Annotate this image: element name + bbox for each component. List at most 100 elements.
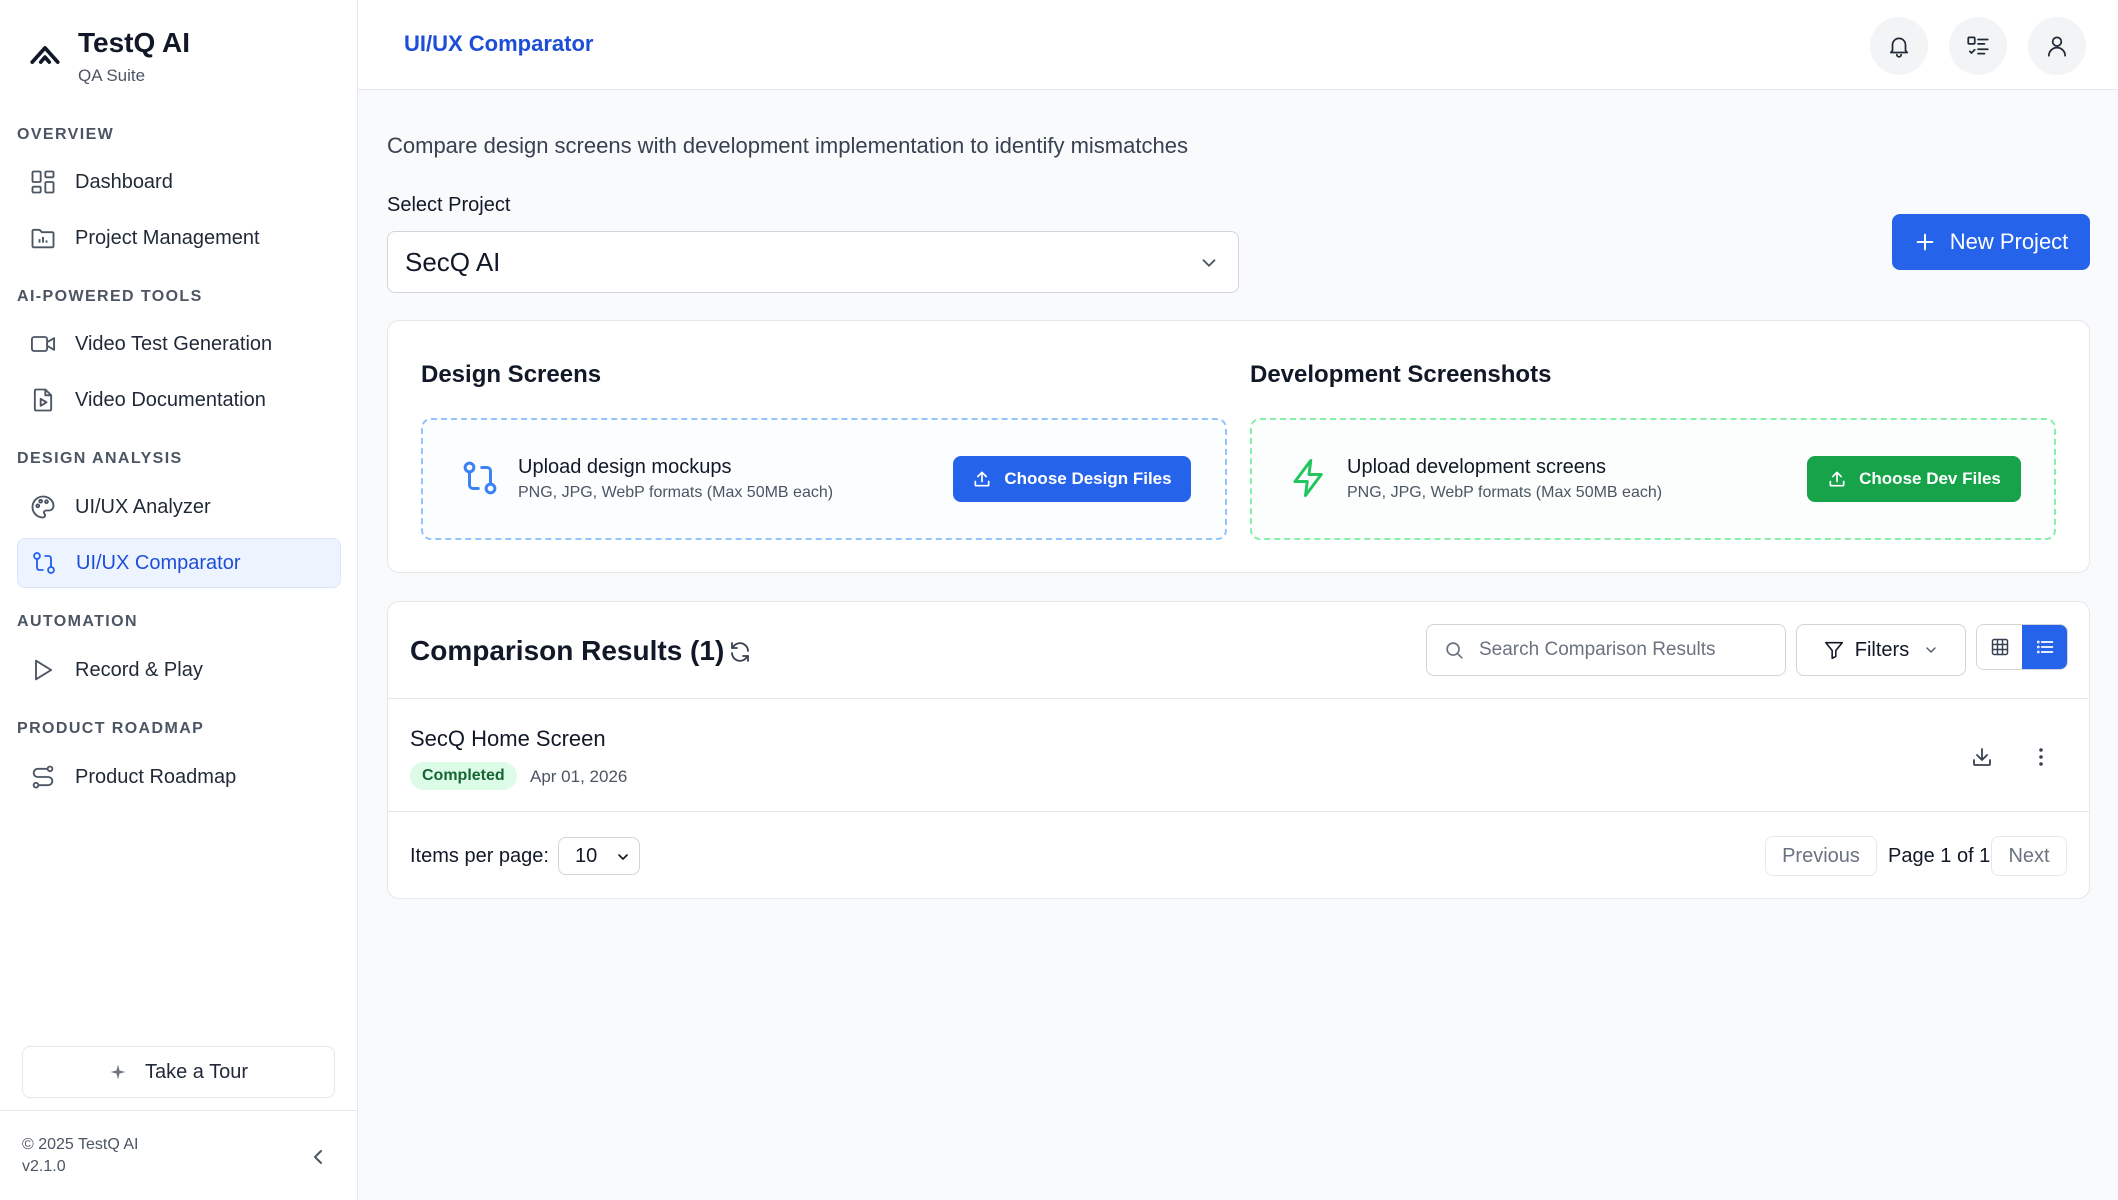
sidebar: TestQ AI QA Suite OVERVIEW Dashboard Pro… bbox=[0, 0, 358, 1200]
design-upload-hint: PNG, JPG, WebP formats (Max 50MB each) bbox=[518, 484, 834, 501]
download-icon[interactable] bbox=[1970, 745, 1994, 769]
refresh-icon[interactable] bbox=[728, 640, 752, 664]
copyright-text: © 2025 TestQ AI bbox=[22, 1136, 139, 1153]
list-icon bbox=[2036, 640, 2053, 654]
sidebar-item-label: UI/UX Comparator bbox=[76, 551, 241, 574]
sidebar-item-uiux-analyzer[interactable]: UI/UX Analyzer bbox=[17, 482, 341, 532]
play-icon bbox=[35, 659, 53, 681]
lightning-icon bbox=[1293, 459, 1323, 497]
sidebar-item-dashboard[interactable]: Dashboard bbox=[17, 157, 341, 207]
nav-section-design-analysis: DESIGN ANALYSIS bbox=[17, 450, 183, 467]
tasks-button[interactable] bbox=[1949, 17, 2007, 75]
notifications-button[interactable] bbox=[1870, 17, 1928, 75]
sparkle-icon bbox=[110, 1064, 126, 1080]
checklist-icon bbox=[1967, 36, 1989, 55]
project-select[interactable]: SecQ AI bbox=[387, 231, 1239, 293]
nav-section-ai-tools: AI-POWERED TOOLS bbox=[17, 288, 203, 305]
folder-chart-icon bbox=[31, 228, 55, 249]
filter-icon bbox=[1824, 641, 1843, 660]
sidebar-item-product-roadmap[interactable]: Product Roadmap bbox=[17, 752, 341, 802]
chevron-down-icon bbox=[618, 854, 628, 860]
sidebar-item-video-documentation[interactable]: Video Documentation bbox=[17, 375, 341, 425]
page-description: Compare design screens with development … bbox=[387, 133, 1188, 158]
choose-dev-files-label: Choose Dev Files bbox=[1859, 469, 2001, 488]
brand-subtitle: QA Suite bbox=[78, 66, 146, 85]
user-icon bbox=[2048, 36, 2066, 57]
divider bbox=[388, 811, 2089, 812]
design-dropzone[interactable]: Upload design mockups PNG, JPG, WebP for… bbox=[421, 418, 1227, 540]
divider bbox=[388, 698, 2089, 699]
selected-project: SecQ AI bbox=[405, 246, 501, 277]
status-badge: Completed bbox=[410, 762, 517, 790]
results-card: Comparison Results (1) Filters SecQ Home… bbox=[387, 601, 2090, 899]
items-per-page-label: Items per page: bbox=[410, 845, 549, 867]
bell-icon bbox=[1890, 37, 1908, 58]
filters-button[interactable]: Filters bbox=[1796, 624, 1966, 676]
select-project-label: Select Project bbox=[387, 194, 511, 216]
take-a-tour-button[interactable]: Take a Tour bbox=[22, 1046, 335, 1098]
copyright: © 2025 TestQ AI v2.1.0 bbox=[22, 1134, 138, 1178]
next-page-button[interactable]: Next bbox=[1991, 836, 2067, 876]
page-info: Page 1 of 1 bbox=[1888, 845, 1991, 867]
brand[interactable]: TestQ AI QA Suite bbox=[28, 26, 190, 86]
previous-page-button[interactable]: Previous bbox=[1765, 836, 1877, 876]
list-view-button[interactable] bbox=[2022, 625, 2067, 669]
page-title: UI/UX Comparator bbox=[404, 31, 594, 56]
route-icon bbox=[32, 765, 54, 789]
result-date: Apr 01, 2026 bbox=[530, 767, 628, 786]
view-toggle bbox=[1976, 624, 2068, 670]
upload-card: Design Screens Development Screenshots U… bbox=[387, 320, 2090, 573]
chevron-down-icon bbox=[1202, 259, 1216, 267]
sidebar-item-video-test-generation[interactable]: Video Test Generation bbox=[17, 319, 341, 369]
sidebar-item-label: UI/UX Analyzer bbox=[75, 495, 211, 518]
grid-icon bbox=[1991, 638, 2008, 656]
sidebar-item-label: Video Test Generation bbox=[75, 332, 273, 355]
dev-upload-hint: PNG, JPG, WebP formats (Max 50MB each) bbox=[1347, 484, 1663, 501]
logo-icon bbox=[30, 46, 60, 64]
new-project-label: New Project bbox=[1949, 229, 2069, 254]
sidebar-item-label: Project Management bbox=[75, 226, 260, 249]
dev-upload-title: Upload development screens bbox=[1347, 456, 1607, 478]
nav-section-overview: OVERVIEW bbox=[17, 126, 115, 143]
more-vertical-icon[interactable] bbox=[2029, 745, 2053, 769]
items-per-page-select[interactable]: 10 bbox=[558, 837, 640, 875]
brand-name: TestQ AI bbox=[78, 27, 191, 58]
version-text: v2.1.0 bbox=[22, 1158, 66, 1175]
plus-icon bbox=[1916, 233, 1934, 251]
dev-dropzone[interactable]: Upload development screens PNG, JPG, Web… bbox=[1250, 418, 2056, 540]
topbar: UI/UX Comparator bbox=[358, 0, 2118, 90]
sidebar-item-uiux-comparator[interactable]: UI/UX Comparator bbox=[17, 538, 341, 588]
design-screens-title: Design Screens bbox=[421, 361, 602, 388]
file-play-icon bbox=[33, 388, 53, 412]
filters-label: Filters bbox=[1854, 638, 1910, 661]
grid-view-button[interactable] bbox=[1977, 625, 2022, 669]
user-profile-button[interactable] bbox=[2028, 17, 2086, 75]
choose-dev-files-button[interactable]: Choose Dev Files bbox=[1807, 456, 2021, 502]
search-icon bbox=[1446, 642, 1463, 659]
new-project-button[interactable]: New Project bbox=[1892, 214, 2090, 270]
design-upload-title: Upload design mockups bbox=[518, 456, 732, 478]
git-compare-icon bbox=[33, 552, 55, 574]
sidebar-item-record-play[interactable]: Record & Play bbox=[17, 645, 341, 695]
items-per-page-value: 10 bbox=[575, 844, 598, 867]
search-box[interactable] bbox=[1426, 624, 1786, 676]
sidebar-item-label: Video Documentation bbox=[75, 388, 266, 411]
sidebar-item-project-management[interactable]: Project Management bbox=[17, 213, 341, 263]
choose-design-files-button[interactable]: Choose Design Files bbox=[953, 456, 1191, 502]
dashboard-icon bbox=[31, 170, 55, 194]
result-name: SecQ Home Screen bbox=[410, 726, 606, 751]
sidebar-footer: © 2025 TestQ AI v2.1.0 bbox=[0, 1110, 357, 1200]
upload-icon bbox=[1829, 471, 1845, 487]
search-input[interactable] bbox=[1479, 639, 1769, 661]
choose-design-files-label: Choose Design Files bbox=[1004, 469, 1172, 488]
chevron-left-icon[interactable] bbox=[306, 1145, 330, 1169]
upload-icon bbox=[974, 471, 990, 487]
nav-section-product-roadmap: PRODUCT ROADMAP bbox=[17, 720, 205, 737]
chevron-down-icon bbox=[1926, 647, 1936, 653]
sidebar-item-label: Product Roadmap bbox=[75, 765, 237, 788]
video-camera-icon bbox=[30, 336, 56, 352]
development-screenshots-title: Development Screenshots bbox=[1250, 361, 1552, 388]
sidebar-item-label: Dashboard bbox=[75, 170, 173, 193]
results-title: Comparison Results (1) bbox=[410, 635, 725, 666]
palette-icon bbox=[31, 495, 55, 519]
